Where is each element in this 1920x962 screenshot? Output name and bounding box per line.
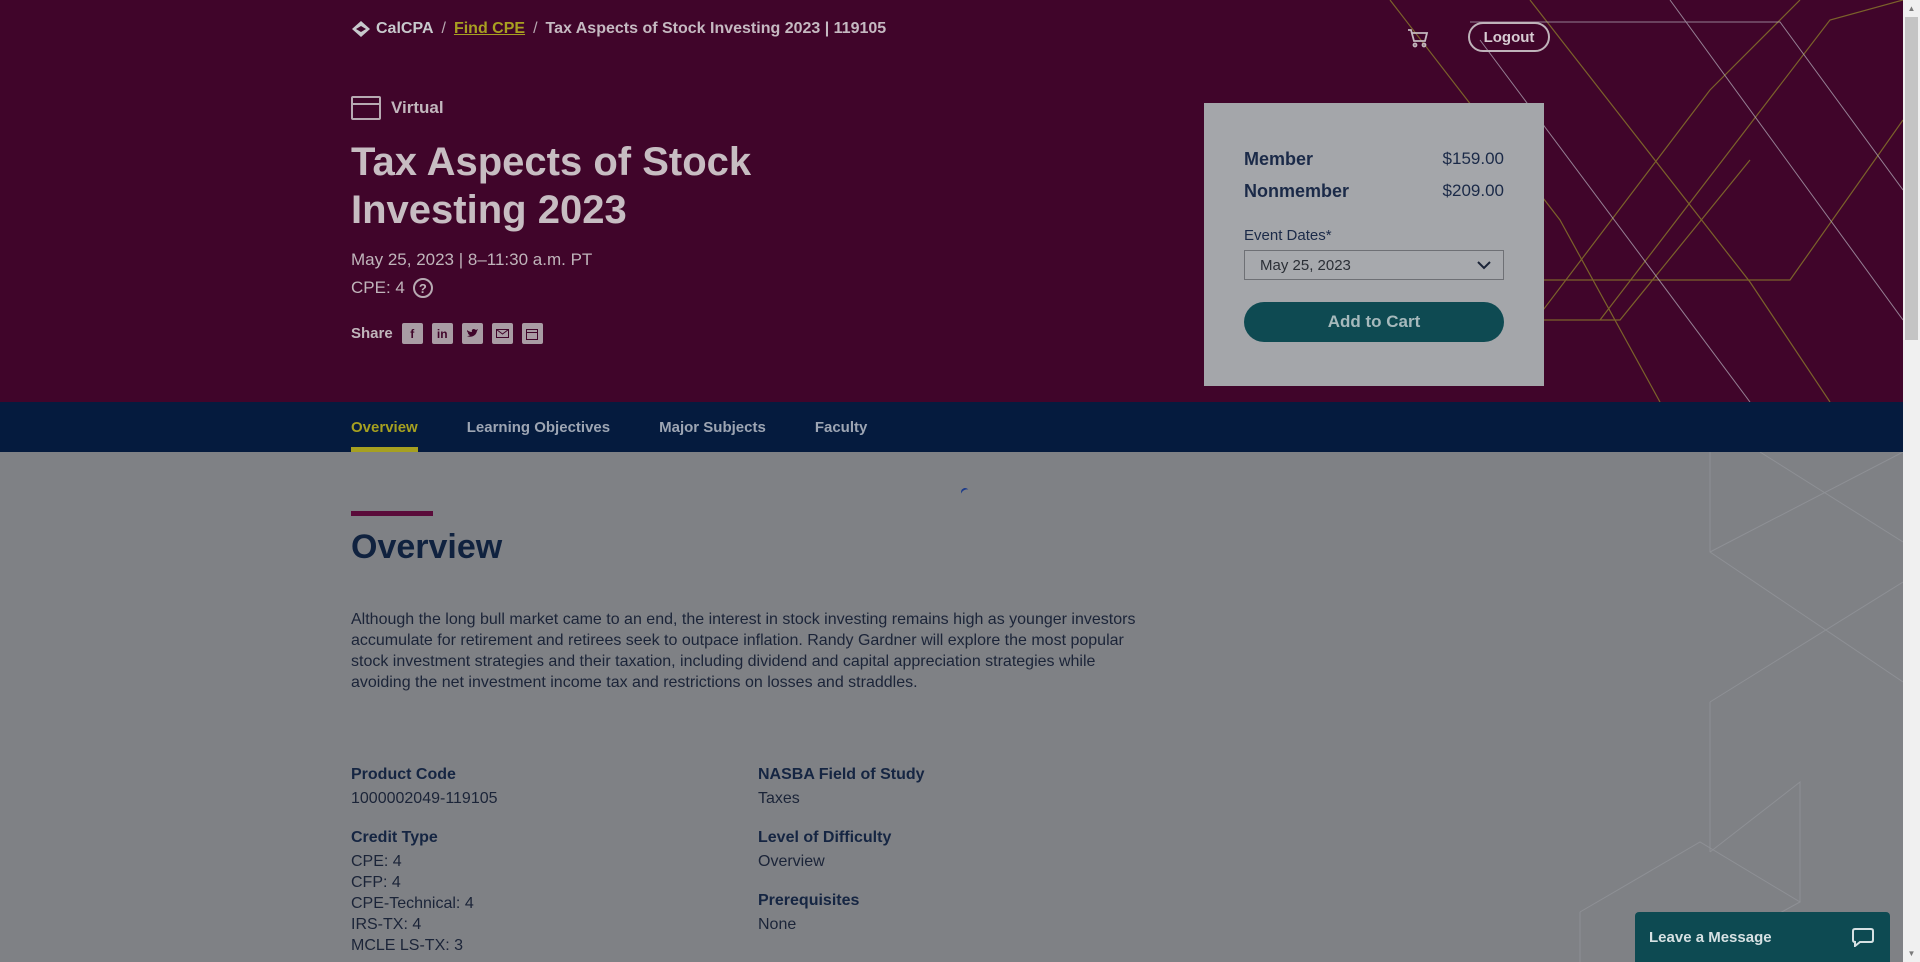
credit-type-item: CPE-Technical: 4 — [351, 895, 474, 912]
prerequisites-group: Prerequisites None — [758, 892, 1138, 935]
chat-label: Leave a Message — [1649, 928, 1772, 946]
linkedin-icon[interactable]: in — [431, 323, 453, 344]
product-code-value: 1000002049-119105 — [351, 790, 498, 807]
breadcrumb-separator: / — [441, 20, 446, 37]
field-of-study-label: NASBA Field of Study — [758, 766, 925, 783]
credit-type-group: Credit Type CPE: 4 CFP: 4 CPE-Technical:… — [351, 829, 731, 956]
overview-heading: Overview — [351, 528, 503, 566]
nonmember-price-row: Nonmember $209.00 — [1244, 175, 1504, 207]
nonmember-label: Nonmember — [1244, 180, 1350, 201]
member-label: Member — [1244, 148, 1314, 169]
calcpa-logo[interactable]: CalCPA — [351, 20, 434, 38]
calcpa-logo-icon — [352, 21, 370, 37]
details-left-column: Product Code 1000002049-119105 Credit Ty… — [351, 766, 731, 962]
course-format: Virtual — [351, 96, 444, 120]
scrollbar-thumb[interactable] — [1905, 17, 1918, 340]
credit-type-item: CPE: 4 — [351, 853, 402, 870]
scroll-up-arrow-icon[interactable]: ▲ — [1903, 0, 1920, 17]
course-date: May 25, 2023 | 8–11:30 a.m. PT — [351, 250, 593, 269]
product-code-group: Product Code 1000002049-119105 — [351, 766, 731, 809]
tab-learning-objectives[interactable]: Learning Objectives — [467, 402, 610, 452]
help-icon[interactable]: ? — [412, 278, 433, 298]
cart-icon[interactable] — [1406, 26, 1430, 50]
overview-text: Although the long bull market came to an… — [351, 611, 1136, 691]
breadcrumb: CalCPA / Find CPE / Tax Aspects of Stock… — [351, 20, 886, 38]
chevron-down-icon — [1477, 260, 1491, 269]
tab-overview[interactable]: Overview — [351, 402, 418, 452]
credit-type-label: Credit Type — [351, 829, 438, 846]
course-title: Tax Aspects of Stock Investing 2023 — [351, 140, 752, 232]
credit-type-item: MCLE LS-TX: 3 — [351, 937, 464, 954]
virtual-screen-icon — [351, 96, 381, 120]
breadcrumb-current: Tax Aspects of Stock Investing 2023 | 11… — [545, 20, 887, 37]
prerequisites-label: Prerequisites — [758, 892, 860, 909]
breadcrumb-separator: / — [533, 20, 538, 37]
add-to-cart-button[interactable]: Add to Cart — [1244, 302, 1504, 342]
event-dates-label: Event Dates* — [1244, 227, 1332, 244]
calendar-icon[interactable] — [521, 323, 543, 344]
difficulty-group: Level of Difficulty Overview — [758, 829, 1138, 872]
difficulty-value: Overview — [758, 853, 825, 870]
member-price: $159.00 — [1442, 149, 1504, 168]
email-icon[interactable] — [491, 323, 513, 344]
prerequisites-value: None — [758, 916, 797, 933]
tab-faculty[interactable]: Faculty — [815, 402, 868, 452]
logout-button[interactable]: Logout — [1468, 22, 1550, 52]
event-dates-select[interactable]: May 25, 2023 — [1244, 250, 1504, 280]
cpe-credits: CPE: 4 ? — [351, 278, 433, 298]
share-label: Share — [351, 325, 393, 342]
details-right-column: NASBA Field of Study Taxes Level of Diff… — [758, 766, 1138, 955]
section-accent-bar — [351, 511, 433, 516]
page-scrollbar[interactable]: ▲ ▼ — [1903, 0, 1920, 962]
credit-type-item: CFP: 4 — [351, 874, 401, 891]
event-date-value: May 25, 2023 — [1260, 256, 1351, 274]
twitter-icon[interactable] — [461, 323, 483, 344]
nonmember-price: $209.00 — [1442, 181, 1504, 200]
tab-major-subjects[interactable]: Major Subjects — [659, 402, 766, 452]
product-code-label: Product Code — [351, 766, 456, 783]
facebook-icon[interactable]: f — [401, 323, 423, 344]
pricing-card: Member $159.00 Nonmember $209.00 Event D… — [1204, 103, 1544, 386]
logo-text: CalCPA — [376, 20, 434, 37]
hero-banner: CalCPA / Find CPE / Tax Aspects of Stock… — [0, 0, 1903, 402]
share-bar: Share f in — [351, 323, 543, 344]
format-label: Virtual — [391, 98, 444, 117]
cpe-credits-text: CPE: 4 — [351, 278, 405, 297]
difficulty-label: Level of Difficulty — [758, 829, 892, 846]
loading-spinner — [959, 486, 971, 498]
leave-message-chat-button[interactable]: Leave a Message — [1635, 912, 1890, 962]
breadcrumb-find-cpe-link[interactable]: Find CPE — [454, 20, 525, 38]
member-price-row: Member $159.00 — [1244, 143, 1504, 175]
decorative-lines — [1579, 452, 1903, 962]
chat-bubble-icon — [1852, 928, 1874, 947]
scroll-down-arrow-icon[interactable]: ▼ — [1903, 945, 1920, 962]
field-of-study-value: Taxes — [758, 790, 800, 807]
field-of-study-group: NASBA Field of Study Taxes — [758, 766, 1138, 809]
section-tab-bar: Overview Learning Objectives Major Subje… — [0, 402, 1903, 452]
credit-type-item: IRS-TX: 4 — [351, 916, 422, 933]
